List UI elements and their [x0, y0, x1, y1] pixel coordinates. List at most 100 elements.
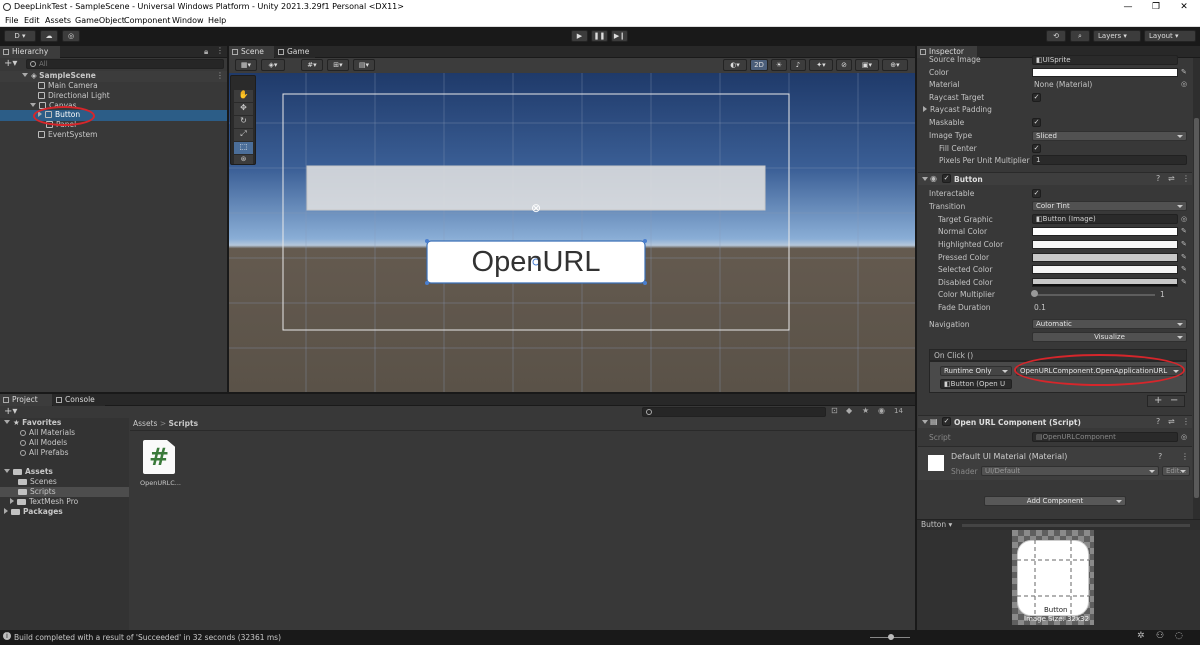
assets-node[interactable]: Assets: [4, 467, 53, 477]
maximize-button[interactable]: ❐: [1142, 0, 1170, 14]
scene-menu-icon[interactable]: ⋮: [216, 71, 224, 80]
fade-duration-input[interactable]: 0.1: [1034, 303, 1046, 312]
shader-dropdown[interactable]: UI/Default: [981, 466, 1159, 476]
color-multiplier-slider[interactable]: [1032, 294, 1155, 296]
script-file-name[interactable]: OpenURLC...: [140, 478, 181, 488]
maskable-checkbox[interactable]: ✓: [1032, 118, 1041, 127]
audio-icon[interactable]: ♪: [790, 59, 806, 71]
eyedropper-icon[interactable]: ✎: [1181, 265, 1189, 273]
lock-icon[interactable]: 🔒︎: [204, 47, 208, 57]
add-component-button[interactable]: Add Component: [984, 496, 1126, 506]
navigation-dropdown[interactable]: Automatic: [1032, 319, 1187, 329]
tab-scene[interactable]: Scene: [229, 46, 274, 58]
preset-icon[interactable]: ⇌: [1168, 417, 1175, 426]
favorite-all-prefabs[interactable]: All Prefabs: [20, 448, 69, 458]
effects-dropdown[interactable]: ✦▾: [809, 59, 833, 71]
help-icon[interactable]: ?: [1158, 452, 1162, 461]
scene-camera-dropdown[interactable]: ◐▾: [723, 59, 747, 71]
search-icon[interactable]: ⌕: [1070, 30, 1090, 42]
lighting-icon[interactable]: ☀: [771, 59, 787, 71]
visualize-button[interactable]: Visualize: [1032, 332, 1187, 342]
tab-console[interactable]: Console: [53, 394, 105, 406]
help-icon[interactable]: ?: [1156, 174, 1160, 183]
bug-icon[interactable]: ✲: [1137, 631, 1145, 641]
image-type-dropdown[interactable]: Sliced: [1032, 131, 1187, 141]
project-search-input[interactable]: [642, 407, 826, 417]
scene-root[interactable]: ◈ SampleScene: [22, 71, 96, 81]
menu-window[interactable]: Window: [172, 16, 204, 25]
progress-icon[interactable]: ◌: [1175, 631, 1183, 641]
material-value[interactable]: None (Material): [1034, 80, 1092, 89]
preview-dropdown[interactable]: Button ▾: [921, 520, 952, 529]
script-component-header[interactable]: ▤ ✓ Open URL Component (Script) ? ⇌ ⋮: [918, 415, 1192, 428]
color-field[interactable]: [1032, 68, 1178, 77]
scrollbar-thumb[interactable]: [1194, 118, 1199, 498]
play-button[interactable]: ▶: [571, 30, 588, 42]
transition-dropdown[interactable]: Color Tint: [1032, 201, 1187, 211]
scale-tool-icon[interactable]: ⤢: [234, 129, 253, 141]
network-icon[interactable]: ⚇: [1156, 631, 1164, 641]
tab-game[interactable]: Game: [275, 46, 315, 58]
normal-color-field[interactable]: [1032, 227, 1178, 236]
filter-label-icon[interactable]: ◆: [846, 406, 852, 415]
button-enabled-checkbox[interactable]: ✓: [942, 174, 951, 183]
eyedropper-icon[interactable]: ✎: [1181, 68, 1189, 76]
favorite-all-materials[interactable]: All Materials: [20, 428, 75, 438]
fill-center-checkbox[interactable]: ✓: [1032, 144, 1041, 153]
menu-gameobject[interactable]: GameObject: [75, 16, 125, 25]
rotate-tool-icon[interactable]: ↻: [234, 116, 253, 128]
menu-file[interactable]: File: [5, 16, 18, 25]
shading-dropdown[interactable]: ◈▾: [261, 59, 285, 71]
move-tool-icon[interactable]: ✥: [234, 103, 253, 115]
filter-type-icon[interactable]: ⊡: [831, 406, 838, 415]
hidden-objects-icon[interactable]: ⊘: [836, 59, 852, 71]
close-button[interactable]: ✕: [1170, 0, 1198, 14]
menu-help[interactable]: Help: [208, 16, 226, 25]
inspector-scrollbar[interactable]: [1193, 58, 1200, 519]
object-picker-icon[interactable]: ◎: [1181, 433, 1189, 441]
eyedropper-icon[interactable]: ✎: [1181, 240, 1189, 248]
component-menu-icon[interactable]: ⋮: [1181, 452, 1189, 461]
minimize-button[interactable]: —: [1114, 0, 1142, 14]
component-menu-icon[interactable]: ⋮: [1182, 417, 1190, 426]
collab-icon[interactable]: ◎: [62, 30, 80, 42]
slider-handle[interactable]: [1031, 290, 1038, 297]
menu-component[interactable]: Component: [124, 16, 170, 25]
more-icon[interactable]: ⋮: [216, 46, 224, 55]
packages-node[interactable]: Packages: [4, 507, 63, 517]
pause-button[interactable]: ❚❚: [591, 30, 608, 42]
add-icon[interactable]: +▾: [4, 58, 17, 69]
object-picker-icon[interactable]: ◎: [1181, 80, 1189, 88]
pixels-per-unit-input[interactable]: 1: [1032, 155, 1187, 165]
rect-tool-icon[interactable]: ⬚: [234, 142, 253, 154]
hierarchy-item-directional-light[interactable]: Directional Light: [38, 91, 110, 101]
layout-dropdown[interactable]: Layout ▾: [1144, 30, 1196, 42]
pressed-color-field[interactable]: [1032, 253, 1178, 262]
preset-icon[interactable]: ⇌: [1168, 174, 1175, 183]
eyedropper-icon[interactable]: ✎: [1181, 253, 1189, 261]
hierarchy-item-eventsystem[interactable]: EventSystem: [38, 130, 97, 140]
menu-assets[interactable]: Assets: [45, 16, 71, 25]
step-button[interactable]: ▶❙: [611, 30, 628, 42]
snap-dropdown[interactable]: ⊞▾: [327, 59, 349, 71]
status-message[interactable]: Build completed with a result of 'Succee…: [14, 633, 281, 642]
transform-tool-icon[interactable]: ⊛: [234, 155, 253, 164]
highlighted-color-field[interactable]: [1032, 240, 1178, 249]
breadcrumb-scripts[interactable]: Scripts: [169, 419, 199, 428]
selected-color-field[interactable]: [1032, 265, 1178, 274]
folder-scripts[interactable]: Scripts: [18, 487, 56, 497]
create-icon[interactable]: +▾: [4, 406, 17, 417]
source-image-field[interactable]: ◧UISprite: [1032, 55, 1178, 65]
hierarchy-item-main-camera[interactable]: Main Camera: [38, 81, 98, 91]
folder-textmesh-pro[interactable]: TextMesh Pro: [10, 497, 78, 507]
shader-edit-button[interactable]: Edit...: [1162, 466, 1190, 476]
camera-dropdown[interactable]: ▣▾: [855, 59, 879, 71]
raycast-padding-label[interactable]: Raycast Padding: [923, 105, 992, 114]
object-picker-icon[interactable]: ◎: [1181, 215, 1189, 223]
scene-viewport[interactable]: ⊗ OpenURL ✋ ✥ ↻ ⤢ ⬚ ⊛: [229, 73, 915, 392]
account-button[interactable]: D ▾: [4, 30, 36, 42]
menu-edit[interactable]: Edit: [24, 16, 40, 25]
zoom-slider-handle[interactable]: [888, 634, 894, 640]
target-object-field[interactable]: ◧Button (Open U: [940, 379, 1012, 389]
color-multiplier-value[interactable]: 1: [1160, 290, 1165, 299]
